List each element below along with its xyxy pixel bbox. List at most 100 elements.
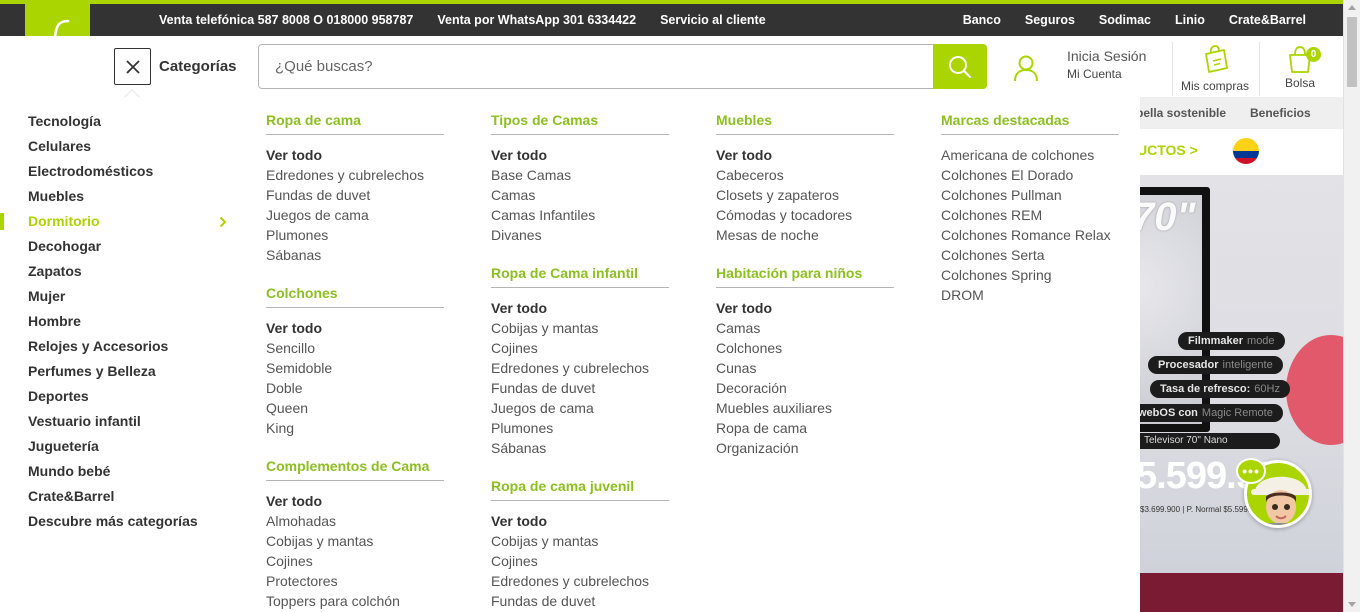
scroll-down-arrow-icon[interactable] [1348,602,1356,607]
login-link[interactable]: Inicia Sesión Mi Cuenta [1067,48,1146,81]
menu-group-title[interactable]: Habitación para niños [716,264,894,288]
menu-link-cojines[interactable]: Cojines [491,338,669,358]
menu-link-cojines[interactable]: Cojines [266,551,444,571]
promo-link[interactable]: UCTOS > [1140,142,1198,158]
menu-link-edredones-y-cubrelechos[interactable]: Edredones y cubrelechos [491,358,669,378]
menu-link-queen[interactable]: Queen [266,398,444,418]
scroll-up-arrow-icon[interactable] [1348,5,1356,10]
sidebar-item-descubre-mas-categorias[interactable]: Descubre más categorías [0,509,240,534]
menu-link-ver-todo[interactable]: Ver todo [266,145,444,165]
menu-group-title[interactable]: Ropa de cama juvenil [491,477,669,501]
sidebar-item-deportes[interactable]: Deportes [0,384,240,409]
menu-link-sabanas[interactable]: Sábanas [266,245,444,265]
page-scrollbar[interactable] [1343,0,1360,612]
topbar-link-sodimac[interactable]: Sodimac [1099,13,1151,27]
menu-link-decoracion[interactable]: Decoración [716,378,894,398]
menu-link-ver-todo[interactable]: Ver todo [491,511,669,531]
menu-link-camas-infantiles[interactable]: Camas Infantiles [491,205,669,225]
menu-link-sencillo[interactable]: Sencillo [266,338,444,358]
sidebar-item-jugueteria[interactable]: Juguetería [0,434,240,459]
topbar-link-linio[interactable]: Linio [1175,13,1205,27]
menu-group-title[interactable]: Muebles [716,111,894,135]
chat-assistant-button[interactable]: ••• [1236,458,1312,528]
menu-link-colchones-rem[interactable]: Colchones REM [941,205,1119,225]
menu-link-cabeceros[interactable]: Cabeceros [716,165,894,185]
menu-link-king[interactable]: King [266,418,444,438]
categories-close-button[interactable] [114,48,151,85]
menu-link-closets-y-zapateros[interactable]: Closets y zapateros [716,185,894,205]
menu-link-colchones[interactable]: Colchones [716,338,894,358]
menu-link-camas[interactable]: Camas [491,185,669,205]
menu-link-fundas-de-duvet[interactable]: Fundas de duvet [266,185,444,205]
menu-link-organizacion[interactable]: Organización [716,438,894,458]
menu-group-title[interactable]: Complementos de Cama [266,457,444,481]
menu-link-cojines[interactable]: Cojines [491,551,669,571]
bag-link[interactable]: 0 Bolsa [1260,44,1340,90]
menu-link-ver-todo[interactable]: Ver todo [716,145,894,165]
scrollbar-thumb[interactable] [1347,17,1357,87]
menu-link-ver-todo[interactable]: Ver todo [491,145,669,165]
menu-link-ver-todo[interactable]: Ver todo [491,298,669,318]
sidebar-item-relojes-y-accesorios[interactable]: Relojes y Accesorios [0,334,240,359]
sidebar-item-mujer[interactable]: Mujer [0,284,240,309]
menu-link-fundas-de-duvet[interactable]: Fundas de duvet [491,591,669,611]
menu-link-sabanas[interactable]: Sábanas [491,438,669,458]
my-purchases-link[interactable]: Mis compras [1175,44,1255,93]
menu-link-edredones-y-cubrelechos[interactable]: Edredones y cubrelechos [266,165,444,185]
menu-link-toppers-para-colchon[interactable]: Toppers para colchón [266,591,444,611]
menu-link-divanes[interactable]: Divanes [491,225,669,245]
menu-link-camas[interactable]: Camas [716,318,894,338]
nav-item-benefits[interactable]: Beneficios [1250,106,1311,120]
menu-link-almohadas[interactable]: Almohadas [266,511,444,531]
sidebar-item-muebles[interactable]: Muebles [0,184,240,209]
user-icon[interactable] [1013,54,1039,87]
menu-group-title[interactable]: Tipos de Camas [491,111,669,135]
sidebar-item-vestuario-infantil[interactable]: Vestuario infantil [0,409,240,434]
menu-link-americana-de-colchones[interactable]: Americana de colchones [941,145,1119,165]
menu-link-protectores[interactable]: Protectores [266,571,444,591]
menu-link-drom[interactable]: DROM [941,285,1119,305]
menu-link-colchones-serta[interactable]: Colchones Serta [941,245,1119,265]
sidebar-item-zapatos[interactable]: Zapatos [0,259,240,284]
menu-link-mesas-de-noche[interactable]: Mesas de noche [716,225,894,245]
menu-link-ver-todo[interactable]: Ver todo [716,298,894,318]
menu-link-colchones-spring[interactable]: Colchones Spring [941,265,1119,285]
menu-group-title[interactable]: Ropa de cama [266,111,444,135]
menu-group-title[interactable]: Marcas destacadas [941,111,1119,135]
sidebar-item-perfumes-y-belleza[interactable]: Perfumes y Belleza [0,359,240,384]
menu-link-colchones-el-dorado[interactable]: Colchones El Dorado [941,165,1119,185]
nav-item-sustainable[interactable]: bella sostenible [1140,106,1226,120]
menu-link-base-camas[interactable]: Base Camas [491,165,669,185]
menu-group-title[interactable]: Colchones [266,284,444,308]
categories-label[interactable]: Categorías [159,58,237,75]
menu-link-fundas-de-duvet[interactable]: Fundas de duvet [491,378,669,398]
menu-link-colchones-pullman[interactable]: Colchones Pullman [941,185,1119,205]
menu-group-title[interactable]: Ropa de Cama infantil [491,264,669,288]
topbar-link-banco[interactable]: Banco [963,13,1001,27]
sidebar-item-tecnologia[interactable]: Tecnología [0,109,240,134]
menu-link-juegos-de-cama[interactable]: Juegos de cama [266,205,444,225]
menu-link-ver-todo[interactable]: Ver todo [266,318,444,338]
menu-link-juegos-de-cama[interactable]: Juegos de cama [491,398,669,418]
topbar-link-servicio-al-cliente[interactable]: Servicio al cliente [660,13,766,27]
sidebar-item-decohogar[interactable]: Decohogar [0,234,240,259]
topbar-link-seguros[interactable]: Seguros [1025,13,1075,27]
topbar-link-crateandbarrel[interactable]: Crate&Barrel [1229,13,1306,27]
menu-link-plumones[interactable]: Plumones [266,225,444,245]
menu-link-edredones-y-cubrelechos[interactable]: Edredones y cubrelechos [491,571,669,591]
sidebar-item-celulares[interactable]: Celulares [0,134,240,159]
menu-link-cobijas-y-mantas[interactable]: Cobijas y mantas [491,318,669,338]
sidebar-item-crateandbarrel[interactable]: Crate&Barrel [0,484,240,509]
menu-link-semidoble[interactable]: Semidoble [266,358,444,378]
menu-link-cobijas-y-mantas[interactable]: Cobijas y mantas [266,531,444,551]
menu-link-plumones[interactable]: Plumones [491,418,669,438]
menu-link-cunas[interactable]: Cunas [716,358,894,378]
sidebar-item-dormitorio[interactable]: Dormitorio [0,209,240,234]
topbar-link-venta-por-whatsapp-301-6334422[interactable]: Venta por WhatsApp 301 6334422 [437,13,636,27]
menu-link-cobijas-y-mantas[interactable]: Cobijas y mantas [491,531,669,551]
sidebar-item-hombre[interactable]: Hombre [0,309,240,334]
topbar-link-venta-telefonica-587-8008-o-01[interactable]: Venta telefónica 587 8008 O 018000 95878… [159,13,413,27]
sidebar-item-mundo-bebe[interactable]: Mundo bebé [0,459,240,484]
sidebar-item-electrodomesticos[interactable]: Electrodomésticos [0,159,240,184]
menu-link-comodas-y-tocadores[interactable]: Cómodas y tocadores [716,205,894,225]
